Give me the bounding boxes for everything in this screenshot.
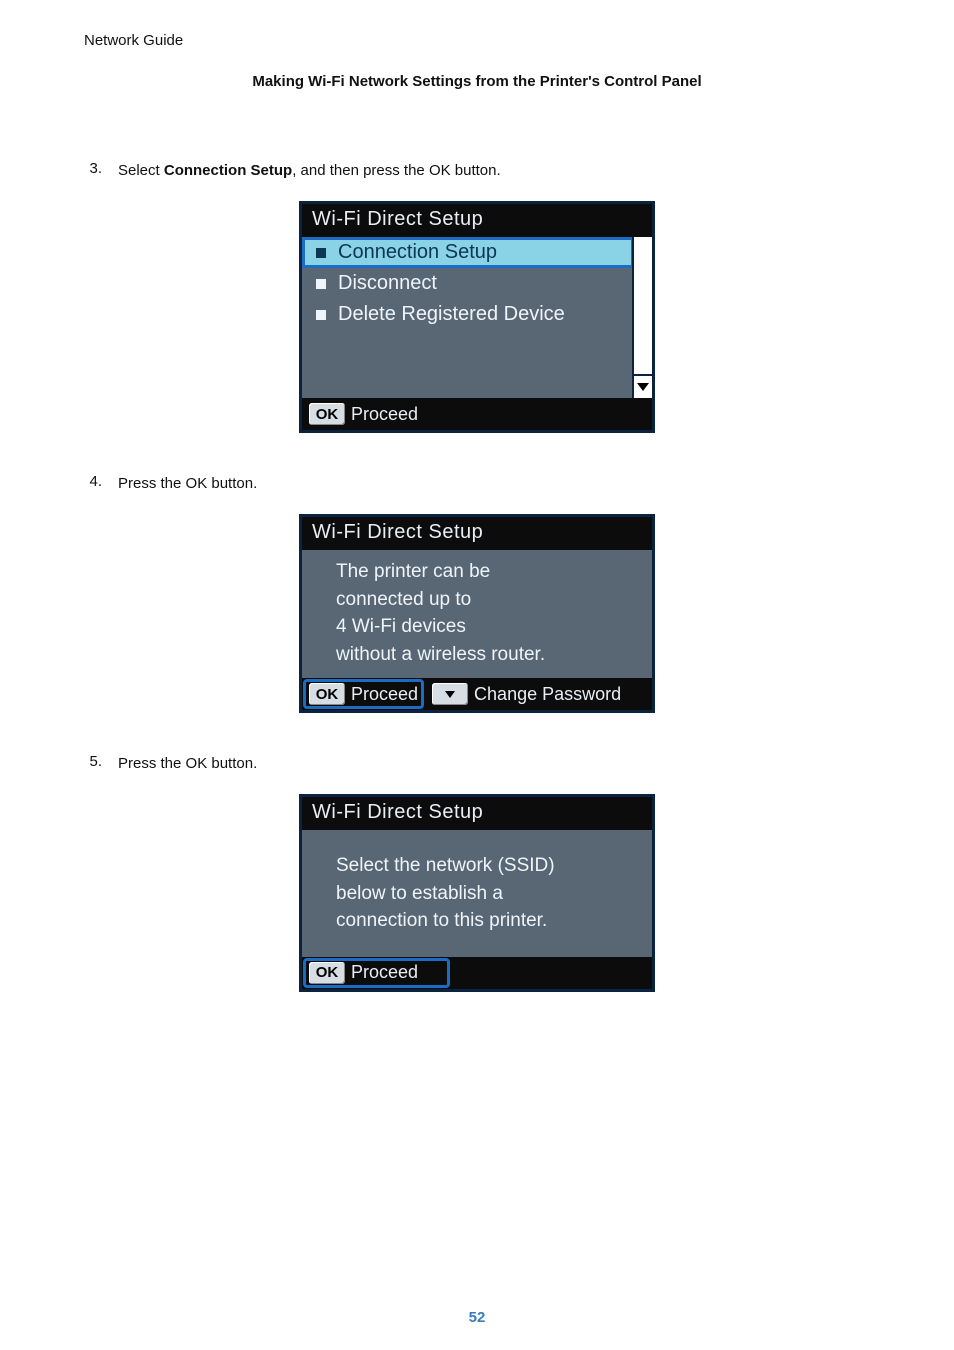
message-line: below to establish a xyxy=(336,880,640,908)
step-text: Press the OK button. xyxy=(118,473,870,494)
menu-item-empty xyxy=(302,364,634,398)
chevron-down-icon xyxy=(445,691,455,698)
message-line: Select the network (SSID) xyxy=(336,852,640,880)
message-line: connected up to xyxy=(336,586,640,614)
hint-label: Change Password xyxy=(474,684,621,705)
step-number: 3. xyxy=(84,160,102,177)
hint-change-password: Change Password xyxy=(428,681,625,707)
step-number: 4. xyxy=(84,473,102,490)
printer-screen-3: Wi-Fi Direct Setup Select the network (S… xyxy=(299,794,655,992)
page-number: 52 xyxy=(0,1309,954,1326)
menu-item-delete-registered-device[interactable]: Delete Registered Device xyxy=(302,299,634,330)
screen-title: Wi-Fi Direct Setup xyxy=(302,517,652,550)
menu-item-disconnect[interactable]: Disconnect xyxy=(302,268,634,299)
scrollbar[interactable] xyxy=(632,237,652,398)
printer-screen-2: Wi-Fi Direct Setup The printer can be co… xyxy=(299,514,655,713)
message-line: 4 Wi-Fi devices xyxy=(336,613,640,641)
menu-item-empty xyxy=(302,330,634,364)
menu-item-label: Disconnect xyxy=(338,272,437,295)
step-text-pre: Press the OK button. xyxy=(118,475,257,492)
chevron-down-icon xyxy=(637,383,649,391)
step-text-post: , and then press the OK button. xyxy=(292,162,500,179)
message-line: The printer can be xyxy=(336,558,640,586)
hint-label: Proceed xyxy=(351,684,418,705)
screen-message: Select the network (SSID) below to estab… xyxy=(302,830,652,957)
hint-label: Proceed xyxy=(351,404,418,425)
scroll-down-button[interactable] xyxy=(634,374,652,398)
ok-key-icon: OK xyxy=(309,403,345,425)
section-header: Making Wi-Fi Network Settings from the P… xyxy=(84,73,870,90)
step-text: Select Connection Setup, and then press … xyxy=(118,160,870,181)
step-text-pre: Select xyxy=(118,162,164,179)
hint-ok-proceed: OK Proceed xyxy=(305,681,422,707)
step-text: Press the OK button. xyxy=(118,753,870,774)
hint-label: Proceed xyxy=(351,962,418,983)
down-key-icon xyxy=(432,683,468,705)
hint-ok-proceed: OK Proceed xyxy=(305,960,448,986)
screen-title: Wi-Fi Direct Setup xyxy=(302,204,652,237)
step-text-bold: Connection Setup xyxy=(164,162,292,179)
menu-item-label: Connection Setup xyxy=(338,241,497,264)
bullet-icon xyxy=(316,279,326,289)
screen-title: Wi-Fi Direct Setup xyxy=(302,797,652,830)
step-number: 5. xyxy=(84,753,102,770)
message-line: connection to this printer. xyxy=(336,907,640,935)
bullet-icon xyxy=(316,248,326,258)
ok-key-icon: OK xyxy=(309,962,345,984)
hint-ok-proceed: OK Proceed xyxy=(305,401,422,427)
step-text-pre: Press the OK button. xyxy=(118,755,257,772)
menu-item-connection-setup[interactable]: Connection Setup xyxy=(302,237,634,268)
message-line: without a wireless router. xyxy=(336,641,640,669)
menu-item-label: Delete Registered Device xyxy=(338,303,565,326)
printer-screen-1: Wi-Fi Direct Setup Connection Setup Disc… xyxy=(299,201,655,433)
document-title: Network Guide xyxy=(84,32,870,49)
ok-key-icon: OK xyxy=(309,683,345,705)
bullet-icon xyxy=(316,310,326,320)
screen-message: The printer can be connected up to 4 Wi-… xyxy=(302,550,652,678)
